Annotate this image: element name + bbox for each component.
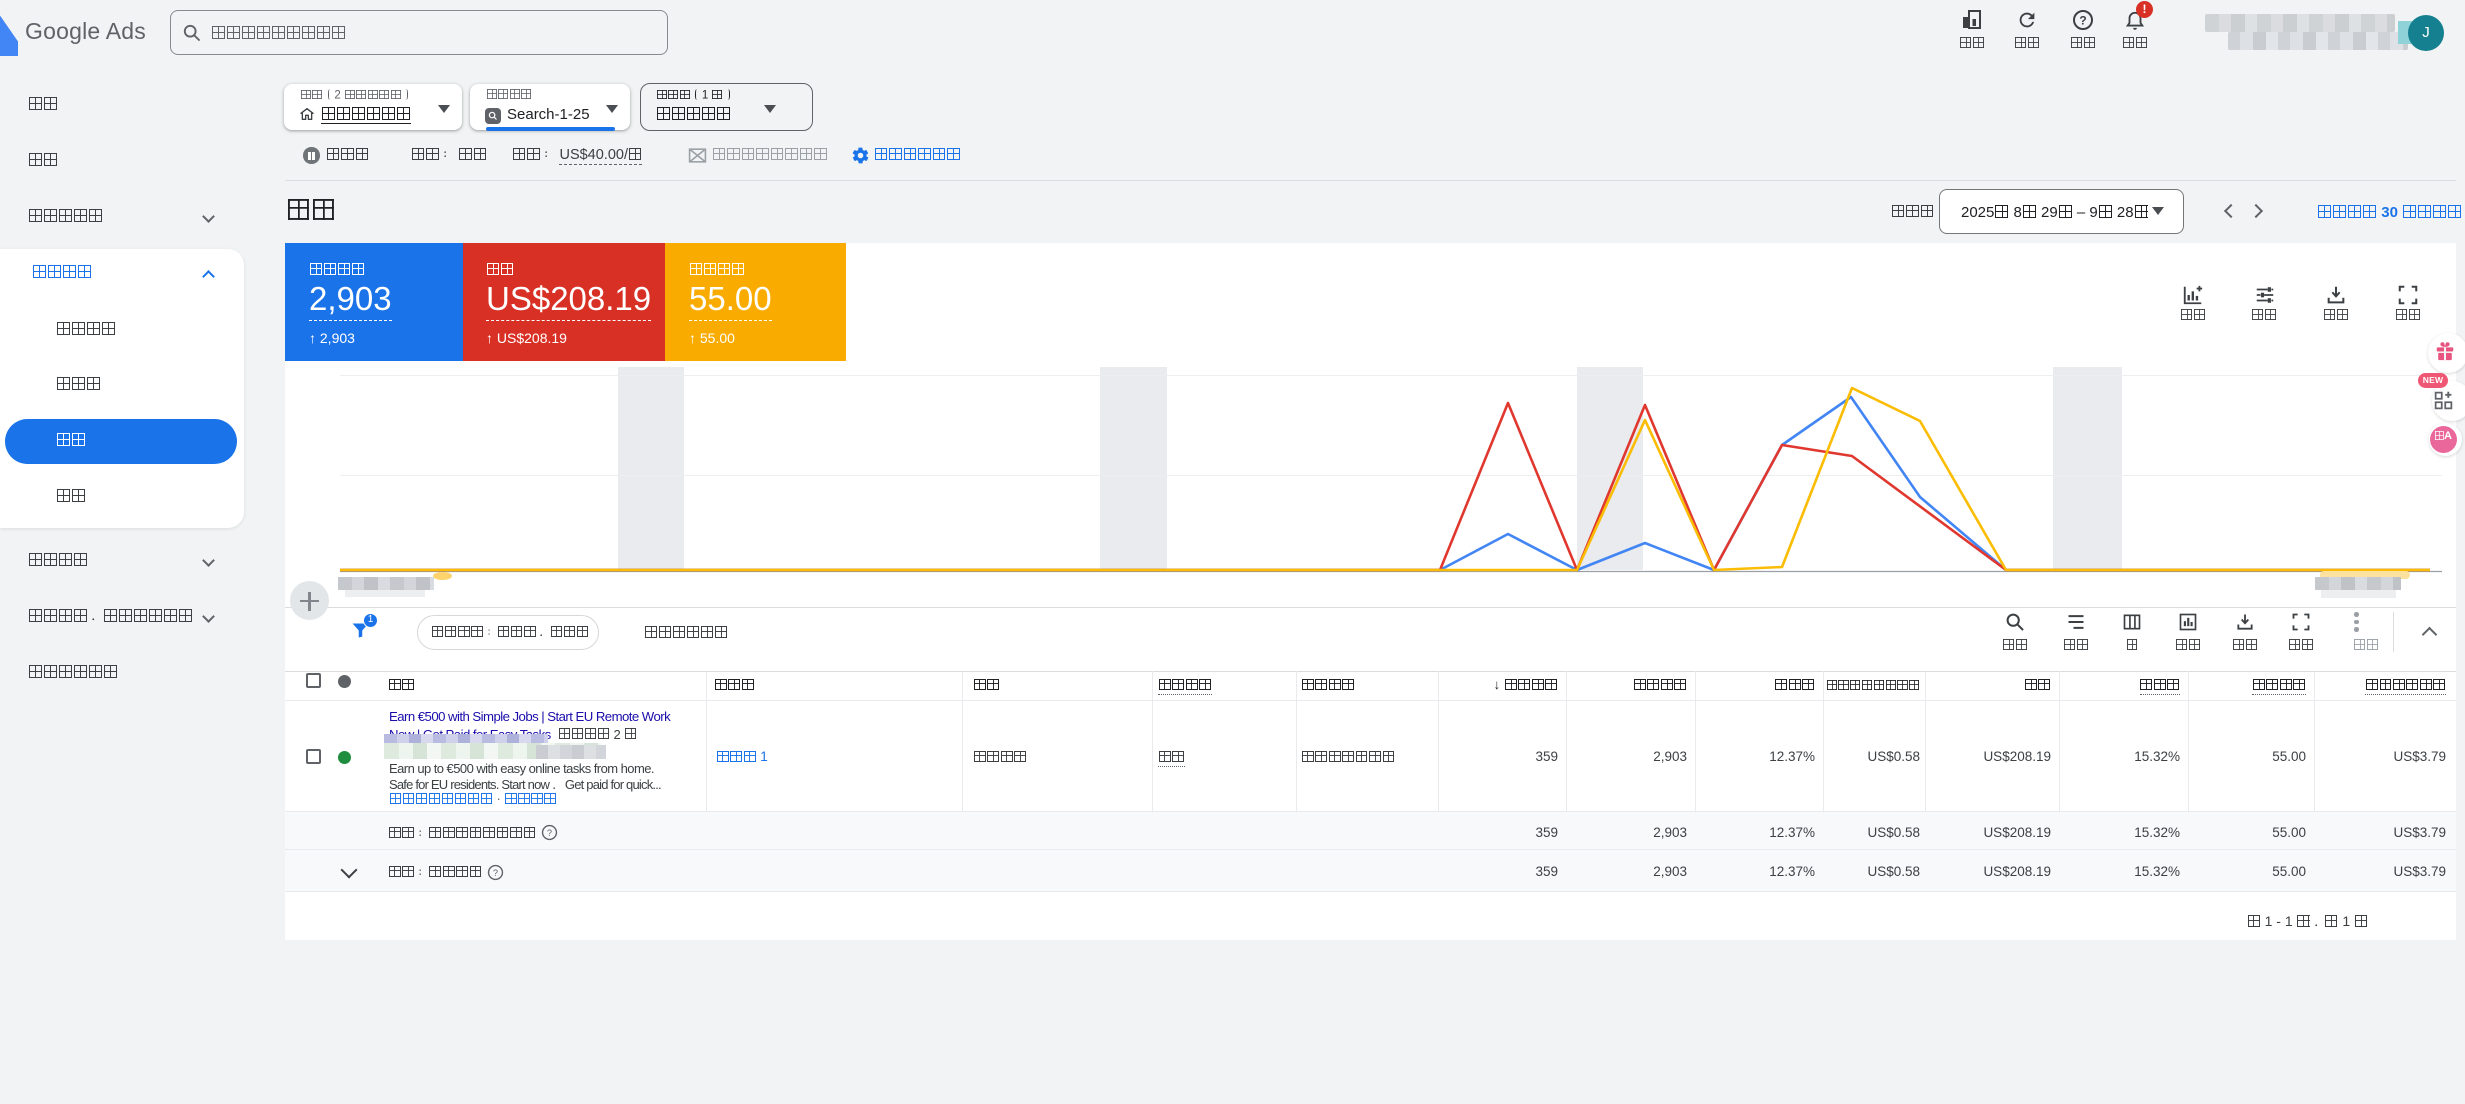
svg-text:?: ? — [493, 868, 498, 878]
svg-text:?: ? — [2079, 14, 2086, 28]
svg-text:?: ? — [547, 828, 552, 838]
